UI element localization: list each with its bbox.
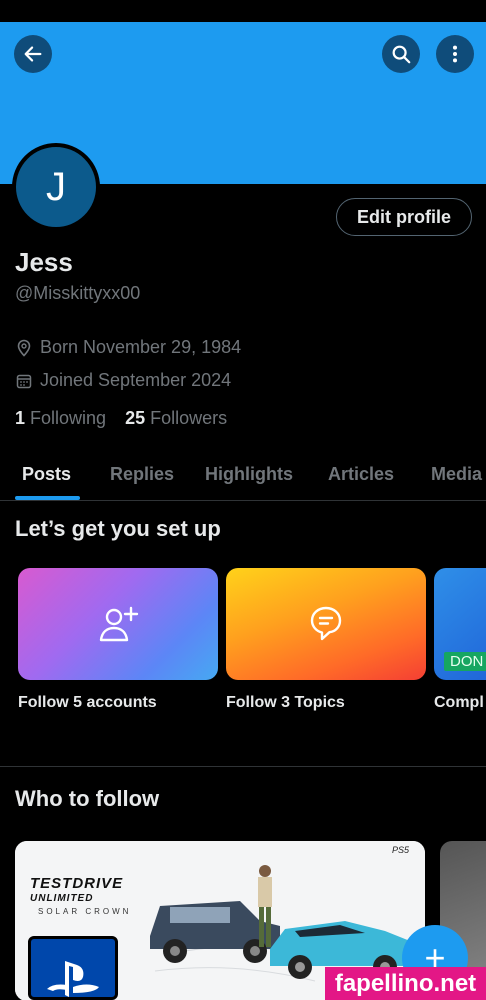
follow-accounts-card[interactable] xyxy=(18,568,218,680)
promo-brand-subtitle: UNLIMITED xyxy=(30,893,94,904)
avatar-initial: J xyxy=(46,164,66,209)
follow-stats: 1 Following 25 Followers xyxy=(15,408,227,429)
status-bar xyxy=(0,0,486,22)
followers-count: 25 xyxy=(125,408,146,428)
who-to-follow-title: Who to follow xyxy=(15,786,160,811)
search-button[interactable] xyxy=(382,35,420,73)
complete-profile-card[interactable]: DON xyxy=(434,568,486,680)
tab-posts[interactable]: Posts xyxy=(22,464,71,485)
back-button[interactable] xyxy=(14,35,52,73)
section-divider xyxy=(0,766,486,767)
promo-platform-label: PS5 xyxy=(392,845,410,855)
edit-profile-button[interactable]: Edit profile xyxy=(336,198,472,236)
calendar-icon xyxy=(16,374,32,388)
topic-bubble-icon xyxy=(310,606,342,641)
promo-brand-title: TESTDRIVE xyxy=(30,875,124,892)
more-options-button[interactable] xyxy=(436,35,474,73)
follow-topics-card[interactable] xyxy=(226,568,426,680)
tab-articles[interactable]: Articles xyxy=(328,464,394,485)
followers-label: Followers xyxy=(150,408,228,428)
active-tab-indicator xyxy=(15,496,80,500)
follow-accounts-label: Follow 5 accounts xyxy=(18,694,157,711)
tab-highlights[interactable]: Highlights xyxy=(205,464,293,485)
profile-avatar[interactable]: J xyxy=(12,143,100,231)
followers-link[interactable]: 25 Followers xyxy=(125,408,227,429)
promo-brand-tagline: SOLAR CROWN xyxy=(38,907,132,916)
watermark: fapellino.net xyxy=(325,967,486,1000)
following-count: 1 xyxy=(15,408,26,428)
setup-title: Let’s get you set up xyxy=(15,516,221,541)
playstation-logo-icon xyxy=(47,961,99,997)
add-user-icon xyxy=(99,606,139,642)
profile-name: Jess xyxy=(15,247,73,277)
birthdate-text: Born November 29, 1984 xyxy=(40,337,242,357)
follow-topics-label: Follow 3 Topics xyxy=(226,694,345,711)
birthdate-row: Born November 29, 1984 xyxy=(16,337,241,358)
search-icon xyxy=(392,45,411,64)
arrow-left-icon xyxy=(24,46,42,62)
playstation-avatar[interactable] xyxy=(28,936,118,1000)
joined-row: Joined September 2024 xyxy=(16,370,231,391)
profile-handle: @Misskittyxx00 xyxy=(15,283,141,303)
kebab-menu-icon xyxy=(452,45,458,63)
done-badge: DON xyxy=(444,652,486,671)
profile-tabs: Posts Replies Highlights Articles Media xyxy=(0,450,486,501)
tab-replies[interactable]: Replies xyxy=(110,464,174,485)
tab-media[interactable]: Media xyxy=(431,464,482,485)
joined-text: Joined September 2024 xyxy=(40,370,232,390)
following-link[interactable]: 1 Following xyxy=(15,408,106,429)
following-label: Following xyxy=(30,408,107,428)
complete-profile-label: Compl xyxy=(434,694,484,711)
location-pin-icon xyxy=(17,339,31,357)
